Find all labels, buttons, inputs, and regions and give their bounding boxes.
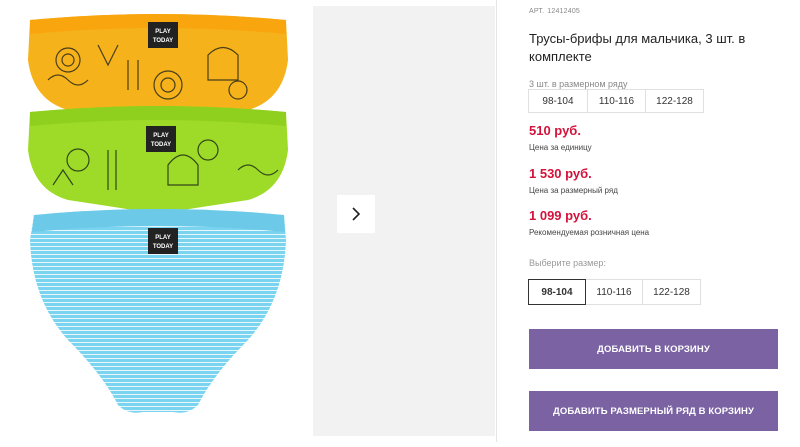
unit-price: 510 руб. [529,123,581,138]
svg-text:TODAY: TODAY [151,142,171,148]
range-size-option[interactable]: 110-116 [587,89,646,113]
size-option[interactable]: 110-116 [585,279,643,305]
svg-text:PLAY: PLAY [155,235,170,241]
unit-price-note: Цена за единицу [529,143,592,152]
svg-text:TODAY: TODAY [153,38,173,44]
svg-text:PLAY: PLAY [153,133,168,139]
sku-line: АРТ. 12412405 [529,8,583,15]
svg-text:PLAY: PLAY [155,29,170,35]
sku-value: 12412405 [547,8,581,15]
chevron-right-icon [352,207,361,221]
sku-label: АРТ. [529,8,545,15]
svg-text:TODAY: TODAY [153,244,173,250]
range-size-list: 98-104 110-116 122-128 [528,89,704,113]
column-divider [496,0,497,442]
briefs-illustration: PLAY TODAY PLAY TODAY PLAY TODAY [28,14,288,413]
range-label: 3 шт. в размерном ряду [529,79,628,89]
product-gallery: PLAY TODAY PLAY TODAY PLAY TODAY [0,0,500,442]
size-option-selected[interactable]: 98-104 [528,279,586,305]
choose-size-label: Выберите размер: [529,258,606,268]
range-size-option[interactable]: 122-128 [645,89,704,113]
range-price-note: Цена за размерный ряд [529,186,618,195]
add-range-to-cart-button[interactable]: ДОБАВИТЬ РАЗМЕРНЫЙ РЯД В КОРЗИНУ [529,391,778,431]
product-title: Трусы-брифы для мальчика, 3 шт. в компле… [529,31,746,64]
retail-price: 1 099 руб. [529,208,592,223]
retail-price-note: Рекомендуемая розничная цена [529,228,650,237]
size-option[interactable]: 122-128 [642,279,701,305]
add-to-cart-button[interactable]: ДОБАВИТЬ В КОРЗИНУ [529,329,778,369]
product-main-image[interactable]: PLAY TODAY PLAY TODAY PLAY TODAY [8,0,308,442]
size-option-list: 98-104 110-116 122-128 [528,279,701,305]
range-size-option[interactable]: 98-104 [528,89,588,113]
range-price: 1 530 руб. [529,166,592,181]
green-briefs [28,106,288,210]
gallery-next-button[interactable] [337,195,375,233]
